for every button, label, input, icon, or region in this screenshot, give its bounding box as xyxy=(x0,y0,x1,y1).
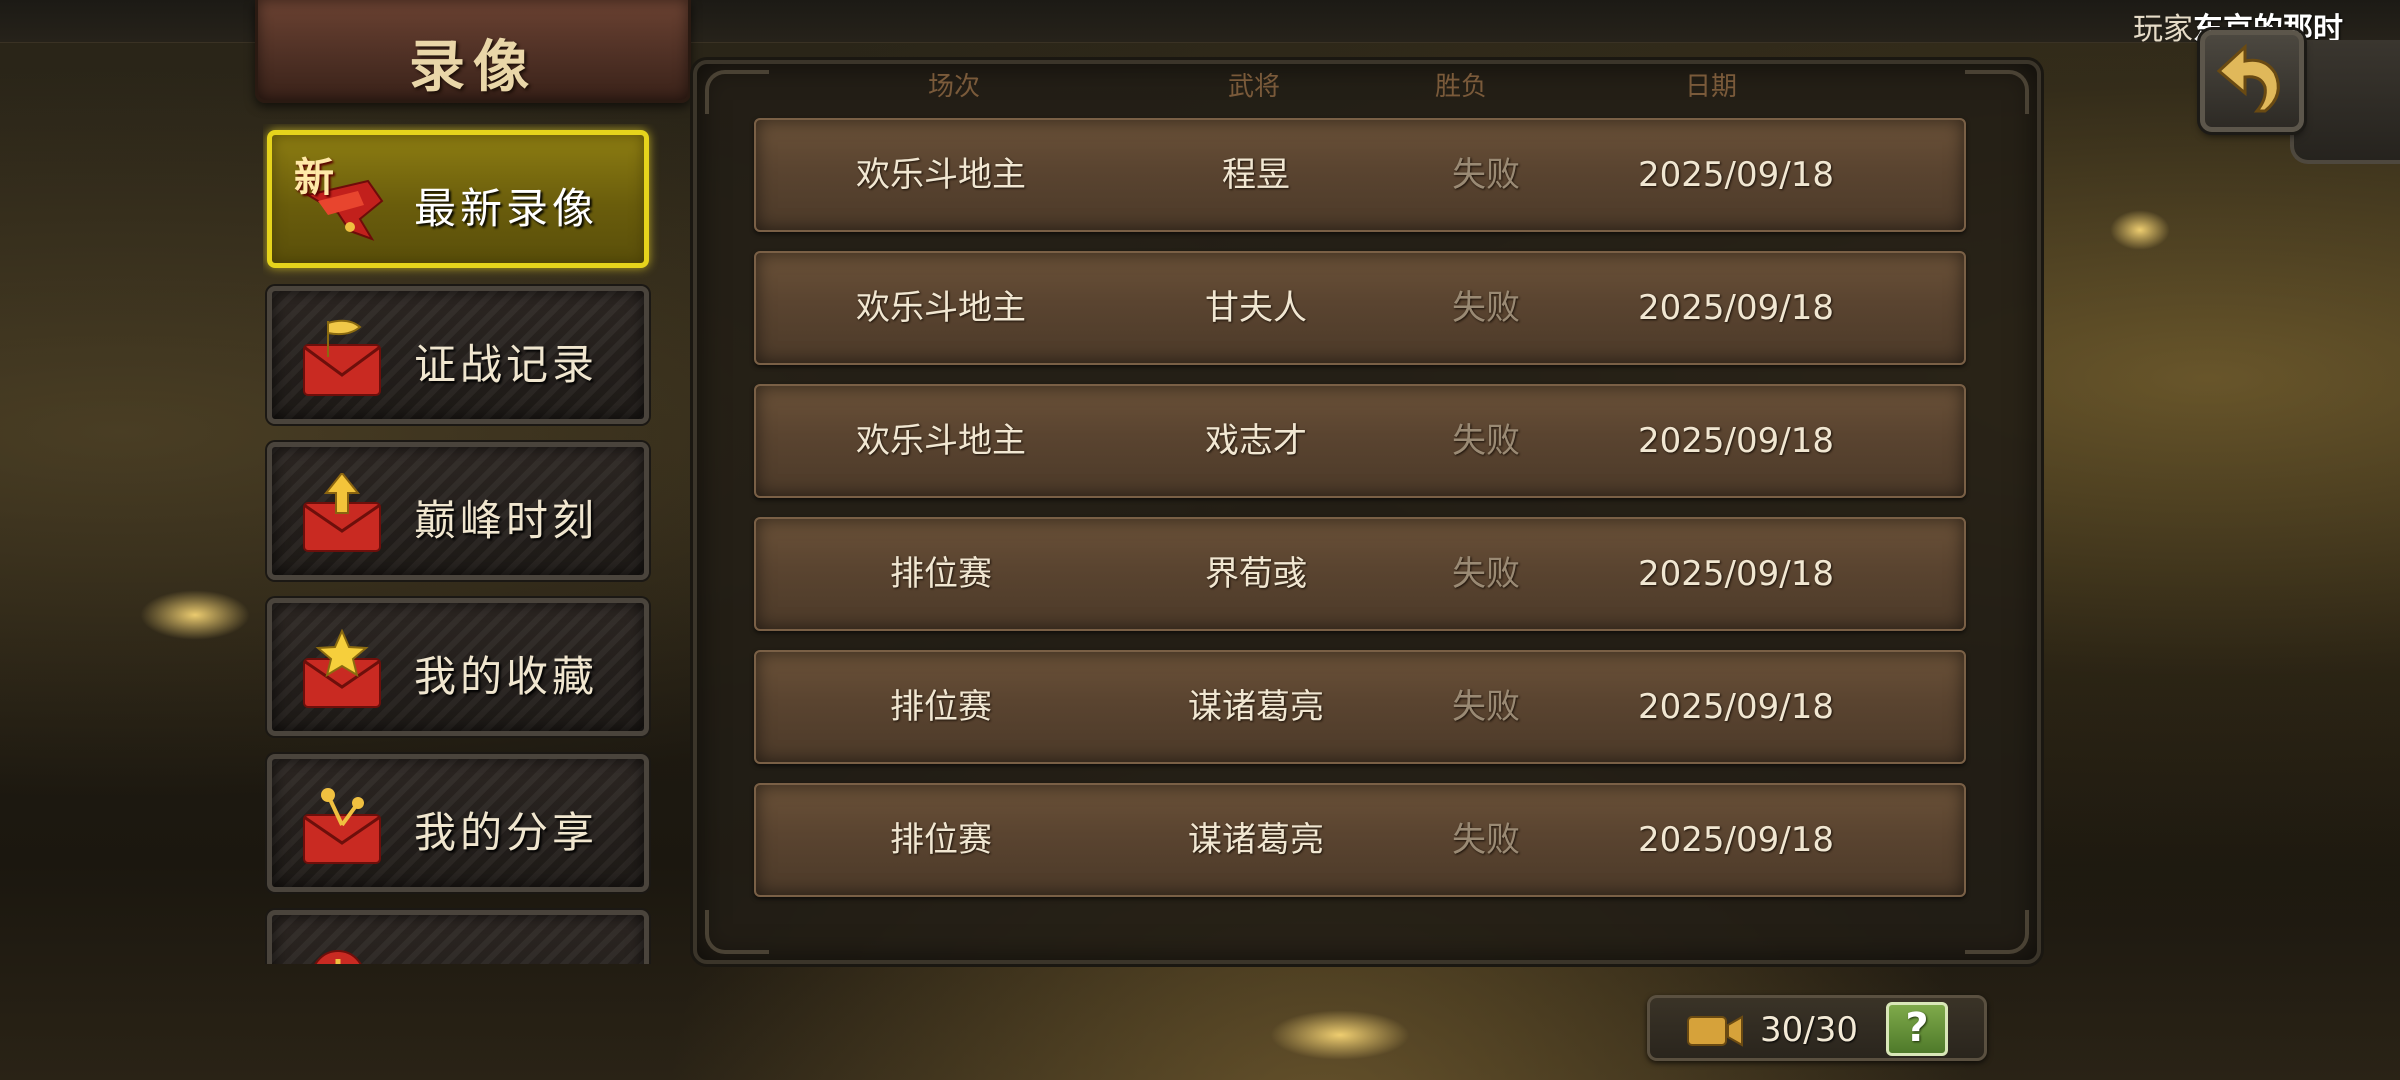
player-prefix: 玩家 xyxy=(2133,12,2193,47)
table-row[interactable]: 排位赛 谋诸葛亮 失败 2025/09/18 xyxy=(754,650,1966,764)
table-row[interactable]: 欢乐斗地主 戏志才 失败 2025/09/18 xyxy=(754,384,1966,498)
row-mode: 欢乐斗地主 xyxy=(856,421,1026,461)
row-date: 2025/09/18 xyxy=(1638,687,1834,727)
row-date: 2025/09/18 xyxy=(1638,155,1834,195)
row-general: 甘夫人 xyxy=(1205,288,1307,328)
row-mode: 排位赛 xyxy=(890,687,992,727)
sidebar-item-battle-records[interactable]: 证战记录 xyxy=(267,286,649,424)
row-date: 2025/09/18 xyxy=(1638,421,1834,461)
back-button-frame xyxy=(2290,40,2400,164)
column-header-result: 胜负 xyxy=(1434,72,1487,102)
row-general: 谋诸葛亮 xyxy=(1188,687,1324,727)
row-date: 2025/09/18 xyxy=(1638,288,1834,328)
row-general: 戏志才 xyxy=(1205,421,1307,461)
panel-corner-ornament xyxy=(1965,910,2029,954)
arrow-up-envelope-icon xyxy=(303,473,381,552)
table-row[interactable]: 欢乐斗地主 甘夫人 失败 2025/09/18 xyxy=(754,251,1966,365)
panel-corner-ornament xyxy=(705,910,769,954)
row-result: 失败 xyxy=(1452,288,1520,328)
row-result: 失败 xyxy=(1452,554,1520,594)
sidebar-item-label: 证战记录 xyxy=(414,340,599,389)
sidebar-item-label: 巅峰时刻 xyxy=(414,496,599,545)
row-general: 界荀彧 xyxy=(1205,554,1307,594)
sidebar-item-latest-replays[interactable]: 新 最新录像 xyxy=(267,130,649,268)
ambient-glow xyxy=(1270,1010,1410,1060)
row-result: 失败 xyxy=(1452,687,1520,727)
panel-corner-ornament xyxy=(705,70,769,114)
flag-envelope-icon xyxy=(303,319,381,396)
sidebar-item-label: 我的分享 xyxy=(414,808,599,857)
row-result: 失败 xyxy=(1452,155,1520,195)
partial-envelope-icon xyxy=(314,950,362,964)
column-header-general: 武将 xyxy=(1227,72,1280,102)
row-date: 2025/09/18 xyxy=(1638,820,1834,860)
row-result: 失败 xyxy=(1452,421,1520,461)
column-header-date: 日期 xyxy=(1684,72,1737,102)
sidebar: 新 最新录像 证战记录 巅峰时刻 我的收藏 我的分享 xyxy=(263,124,663,964)
sidebar-item-my-shares[interactable]: 我的分享 xyxy=(267,754,649,892)
column-header-mode: 场次 xyxy=(927,72,980,102)
row-mode: 欢乐斗地主 xyxy=(856,288,1026,328)
table-row[interactable]: 欢乐斗地主 程昱 失败 2025/09/18 xyxy=(754,118,1966,232)
sidebar-item-peak-moments[interactable]: 巅峰时刻 xyxy=(267,442,649,580)
replay-counter-bar: 30/30 ? xyxy=(1647,995,1987,1061)
panel-corner-ornament xyxy=(1965,70,2029,114)
row-date: 2025/09/18 xyxy=(1638,554,1834,594)
row-general: 谋诸葛亮 xyxy=(1188,820,1324,860)
ambient-glow xyxy=(2110,210,2170,250)
video-camera-icon xyxy=(1687,1015,1743,1047)
sidebar-item-my-favorites[interactable]: 我的收藏 xyxy=(267,598,649,736)
star-envelope-icon xyxy=(303,629,381,708)
table-row[interactable]: 排位赛 谋诸葛亮 失败 2025/09/18 xyxy=(754,783,1966,897)
page-title: 录像 xyxy=(409,34,537,100)
row-general: 程昱 xyxy=(1222,155,1290,195)
new-badge: 新 xyxy=(294,154,334,201)
replay-count: 30/30 xyxy=(1760,1010,1858,1050)
sidebar-item-label: 最新录像 xyxy=(414,184,599,233)
help-button[interactable]: ? xyxy=(1886,1002,1948,1056)
sidebar-item-partial[interactable] xyxy=(267,910,649,964)
row-mode: 排位赛 xyxy=(890,554,992,594)
ambient-glow xyxy=(140,590,250,640)
return-arrow-icon xyxy=(2216,43,2280,113)
table-row[interactable]: 排位赛 界荀彧 失败 2025/09/18 xyxy=(754,517,1966,631)
sidebar-item-label: 我的收藏 xyxy=(414,652,599,701)
title-plaque: 录像 xyxy=(255,0,691,103)
records-panel: 场次 武将 胜负 日期 欢乐斗地主 程昱 失败 2025/09/18 欢乐斗地主… xyxy=(693,60,2041,964)
row-mode: 排位赛 xyxy=(890,820,992,860)
row-mode: 欢乐斗地主 xyxy=(856,155,1026,195)
row-result: 失败 xyxy=(1452,820,1520,860)
share-envelope-icon xyxy=(303,788,381,864)
game-screen: 玩家东京的那时 录像 新 最新录像 证战记录 xyxy=(0,0,2400,1080)
back-button[interactable] xyxy=(2200,30,2304,132)
